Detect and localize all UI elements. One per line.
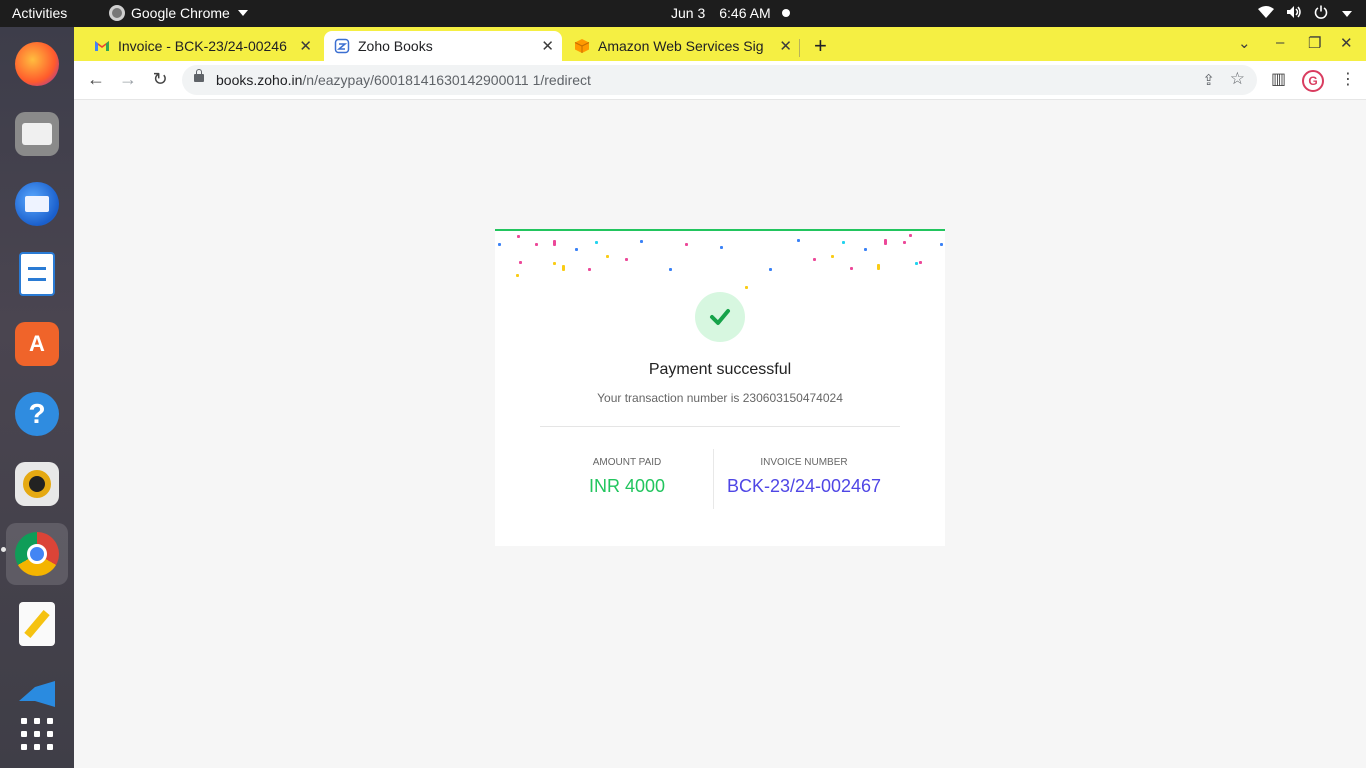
- zoho-books-icon: [334, 38, 350, 54]
- invoice-number-label: INVOICE NUMBER: [760, 457, 848, 468]
- amount-paid-block: AMOUNT PAID INR 4000: [555, 457, 699, 497]
- help-icon: ?: [15, 392, 59, 436]
- dock-chrome[interactable]: [6, 523, 68, 585]
- invoice-number-block: INVOICE NUMBER BCK-23/24-002467: [723, 457, 885, 497]
- firefox-icon: [15, 42, 59, 86]
- forward-icon[interactable]: →: [117, 69, 139, 90]
- minimize-icon[interactable]: –: [1276, 34, 1284, 51]
- close-icon[interactable]: ✕: [299, 37, 312, 55]
- tab-strip: Invoice - BCK-23/24-00246 ✕ Zoho Books ✕…: [74, 27, 1366, 61]
- divider: [540, 426, 900, 427]
- thunderbird-icon: [15, 182, 59, 226]
- dock-files[interactable]: [6, 103, 68, 165]
- volume-icon: [1286, 5, 1302, 23]
- close-icon[interactable]: ✕: [541, 37, 554, 55]
- success-check-icon: [695, 292, 745, 342]
- tab-title: Invoice - BCK-23/24-00246: [118, 38, 287, 54]
- clock-date: Jun 3: [671, 5, 706, 21]
- vertical-divider: [713, 449, 714, 509]
- tab-title: Amazon Web Services Sig: [598, 38, 764, 54]
- page-content: Payment successful Your transaction numb…: [74, 100, 1366, 768]
- address-path: /n/eazypay/60018141630142900011 1/redire…: [302, 72, 591, 88]
- address-url[interactable]: books.zoho.in/n/eazypay/6001814163014290…: [216, 72, 591, 88]
- tab-gmail-invoice[interactable]: Invoice - BCK-23/24-00246 ✕: [84, 31, 320, 61]
- card-zigzag-edge: [495, 538, 945, 546]
- tab-aws[interactable]: Amazon Web Services Sig ✕: [564, 31, 800, 61]
- share-icon[interactable]: ⇪: [1202, 71, 1215, 89]
- back-icon[interactable]: ←: [85, 69, 107, 90]
- transaction-number-text: Your transaction number is 2306031504740…: [597, 391, 843, 405]
- power-icon: [1314, 5, 1328, 23]
- app-menu[interactable]: Google Chrome: [109, 5, 248, 21]
- caret-down-icon: [1342, 11, 1352, 17]
- browser-toolbar: ← → ↻ books.zoho.in/n/eazypay/6001814163…: [74, 61, 1366, 100]
- chrome-icon: [15, 532, 59, 576]
- invoice-number-value: BCK-23/24-002467: [726, 476, 882, 496]
- app-store-icon: A: [15, 322, 59, 366]
- dock-writer[interactable]: [6, 243, 68, 305]
- rhythmbox-icon: [15, 462, 59, 506]
- files-icon: [15, 112, 59, 156]
- address-host: books.zoho.in: [216, 72, 303, 88]
- dock: A ?: [0, 27, 74, 768]
- tab-search-icon[interactable]: ⌄: [1238, 34, 1251, 52]
- dock-rhythmbox[interactable]: [6, 453, 68, 515]
- tab-title: Zoho Books: [358, 38, 433, 54]
- text-editor-icon: [19, 602, 55, 646]
- app-menu-label: Google Chrome: [131, 5, 230, 21]
- wifi-icon: [1258, 5, 1274, 23]
- restore-icon[interactable]: ❐: [1308, 34, 1321, 52]
- new-tab-button[interactable]: +: [814, 33, 827, 59]
- profile-avatar[interactable]: G: [1302, 70, 1324, 92]
- side-panel-icon[interactable]: ▥: [1271, 69, 1286, 89]
- system-tray[interactable]: [1258, 5, 1352, 23]
- payment-status-title: Payment successful: [648, 361, 792, 378]
- chrome-icon: [109, 5, 125, 21]
- reload-icon[interactable]: ↻: [149, 69, 171, 90]
- close-window-icon[interactable]: ✕: [1340, 34, 1353, 52]
- clock-time: 6:46 AM: [719, 5, 771, 21]
- aws-icon: [574, 38, 590, 54]
- bookmark-star-icon[interactable]: ☆: [1230, 69, 1245, 89]
- payment-card: Payment successful Your transaction numb…: [495, 229, 945, 546]
- dock-thunderbird[interactable]: [6, 173, 68, 235]
- dock-firefox[interactable]: [6, 33, 68, 95]
- close-icon[interactable]: ✕: [779, 37, 792, 55]
- caret-down-icon: [237, 10, 248, 16]
- clock[interactable]: Jun 3 6:46 AM: [671, 5, 771, 21]
- address-bar[interactable]: books.zoho.in/n/eazypay/6001814163014290…: [182, 65, 1257, 95]
- menu-kebab-icon[interactable]: ⋮: [1340, 69, 1356, 89]
- dock-text-editor[interactable]: [6, 593, 68, 655]
- amount-paid-label: AMOUNT PAID: [592, 457, 662, 468]
- lock-icon: [194, 69, 204, 82]
- notification-dot: [782, 9, 790, 17]
- dock-app-store[interactable]: A: [6, 313, 68, 375]
- tab-zoho-books[interactable]: Zoho Books ✕: [324, 31, 562, 61]
- dock-help[interactable]: ?: [6, 383, 68, 445]
- system-top-bar: Activities Google Chrome Jun 3 6:46 AM: [0, 0, 1366, 27]
- app-grid-icon: [15, 712, 59, 756]
- writer-icon: [19, 252, 55, 296]
- dock-app-grid[interactable]: [6, 703, 68, 765]
- activities-button[interactable]: Activities: [12, 5, 67, 21]
- amount-paid-value: INR 4000: [588, 476, 666, 496]
- tab-separator: [799, 39, 800, 57]
- gmail-icon: [94, 38, 110, 54]
